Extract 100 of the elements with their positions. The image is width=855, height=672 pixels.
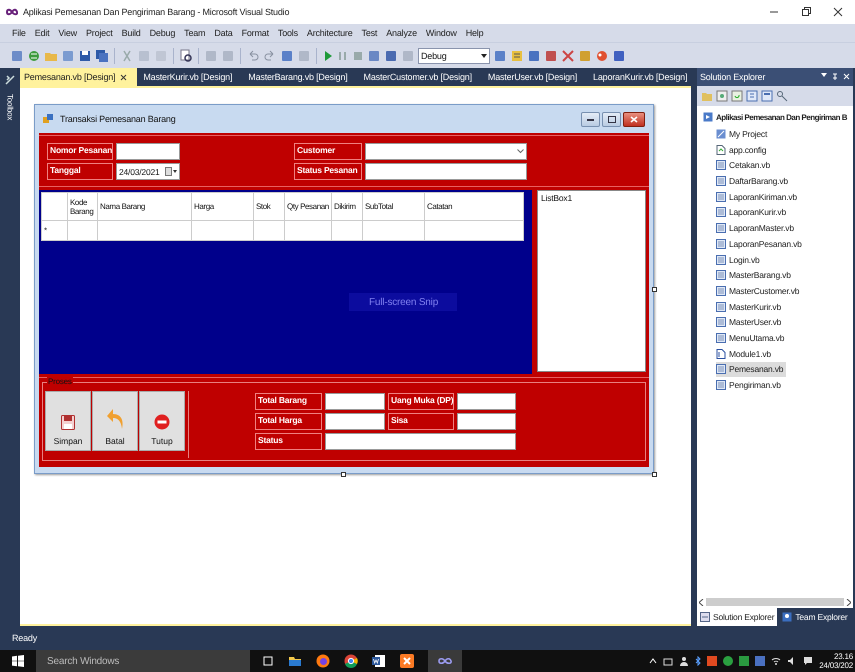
menu-item[interactable]: Data <box>214 28 233 38</box>
text-field[interactable] <box>325 393 385 410</box>
combo-box[interactable] <box>365 143 527 160</box>
menu-item[interactable]: Team <box>184 28 206 38</box>
windows-logo-icon[interactable] <box>12 655 24 667</box>
tree-item[interactable]: LaporanPesanan.vb <box>716 236 805 252</box>
tree-item[interactable]: LaporanKurir.vb <box>716 205 790 220</box>
search-field[interactable]: Search Windows <box>36 650 250 672</box>
tree-item[interactable]: MasterBarang.vb <box>716 268 794 283</box>
close-icon[interactable] <box>120 74 128 80</box>
column-header[interactable]: Nama Barang <box>98 192 192 220</box>
panel-tab[interactable]: Team Explorer <box>779 608 851 626</box>
menu-item[interactable]: Test <box>362 28 378 38</box>
column-header[interactable]: SubTotal <box>362 192 424 220</box>
start-icon[interactable] <box>322 48 334 62</box>
people-icon[interactable] <box>679 656 690 666</box>
menu-item[interactable]: Format <box>242 28 269 38</box>
tools-icon[interactable] <box>561 48 575 62</box>
tree-item[interactable]: My Project <box>716 126 770 142</box>
wifi-icon[interactable] <box>771 656 782 666</box>
scrollbar-thumb[interactable] <box>706 598 844 606</box>
tree-item[interactable]: Login.vb <box>716 252 763 267</box>
list-box[interactable]: ListBox1 <box>537 190 646 372</box>
document-tab[interactable]: MasterCustomer.vb [Design] <box>360 68 482 86</box>
document-tab[interactable]: Pemesanan.vb [Design] <box>20 68 138 86</box>
tree-item[interactable]: Pemesanan.vb <box>716 362 786 377</box>
save-icon[interactable] <box>78 48 92 62</box>
firefox-icon[interactable] <box>316 654 330 668</box>
undo-button[interactable]: Batal <box>92 391 138 451</box>
resize-handle[interactable] <box>652 472 657 477</box>
bluetooth-icon[interactable] <box>695 656 702 666</box>
minimize-button[interactable] <box>581 112 600 126</box>
scroll-left-icon[interactable] <box>699 598 704 606</box>
configuration-dropdown[interactable]: Debug <box>418 48 490 64</box>
tree-item[interactable]: app.config <box>716 142 770 158</box>
panel-tab[interactable]: Solution Explorer <box>697 608 778 626</box>
maximize-button[interactable] <box>602 112 621 126</box>
column-header[interactable]: Stok <box>254 192 284 220</box>
save-button[interactable]: Simpan <box>45 391 91 451</box>
text-field[interactable] <box>365 163 527 180</box>
menu-item[interactable]: Edit <box>34 28 50 38</box>
tree-item[interactable]: LaporanKiriman.vb <box>716 189 800 204</box>
date-picker[interactable]: 24/03/2021 <box>116 163 180 180</box>
tree-item[interactable]: MasterCustomer.vb <box>716 284 802 298</box>
menu-item[interactable]: Tools <box>278 28 298 38</box>
chevron-up-icon[interactable] <box>649 658 658 664</box>
view-designer-icon[interactable] <box>761 90 773 102</box>
tree-item[interactable]: MenuUtama.vb <box>716 330 788 346</box>
chevron-down-icon[interactable] <box>517 149 524 154</box>
toolbox-tab[interactable]: Toolbox <box>6 94 14 120</box>
tree-item[interactable]: MasterKurir.vb <box>716 299 784 314</box>
text-field[interactable] <box>325 433 516 450</box>
class-diagram-icon[interactable] <box>776 90 788 102</box>
menu-item[interactable]: Build <box>122 28 141 38</box>
tree-item[interactable]: Pengiriman.vb <box>716 378 784 392</box>
word-icon[interactable] <box>372 654 386 668</box>
pin-icon[interactable] <box>832 73 838 81</box>
tree-item[interactable]: DaftarBarang.vb <box>716 174 791 188</box>
document-tab[interactable]: LaporanKurir.vb [Design] <box>589 68 698 86</box>
tree-item[interactable]: LaporanMaster.vb <box>716 220 797 236</box>
text-field[interactable] <box>325 413 385 430</box>
column-header[interactable]: Catatan <box>424 192 524 220</box>
resize-handle[interactable] <box>341 472 346 477</box>
text-field[interactable] <box>457 393 516 410</box>
dropdown-icon[interactable] <box>821 73 827 77</box>
resize-handle[interactable] <box>652 287 657 292</box>
scroll-right-icon[interactable] <box>846 598 851 606</box>
menu-item[interactable]: View <box>58 28 77 38</box>
document-tab[interactable]: MasterUser.vb [Design] <box>484 68 588 86</box>
view-code-icon[interactable] <box>746 90 758 102</box>
column-header[interactable]: Harga <box>192 192 254 220</box>
close-button[interactable] <box>623 112 645 126</box>
tree-item[interactable]: Module1.vb <box>716 346 774 361</box>
document-tab[interactable]: MasterKurir.vb [Design] <box>139 68 242 86</box>
notification-icon[interactable] <box>803 656 814 666</box>
close-icon[interactable] <box>833 7 843 17</box>
chrome-icon[interactable] <box>344 654 358 668</box>
menu-item[interactable]: Analyze <box>386 28 417 38</box>
column-header[interactable]: Dikirim <box>332 192 362 220</box>
calendar-dropdown-icon[interactable] <box>165 167 177 176</box>
restore-icon[interactable] <box>801 7 811 17</box>
stop-button[interactable]: Tutup <box>139 391 185 451</box>
save-all-icon[interactable] <box>95 48 109 62</box>
column-header[interactable]: Kode Barang <box>68 192 98 220</box>
menu-item[interactable]: Architecture <box>306 28 353 38</box>
document-tab[interactable]: MasterBarang.vb [Design] <box>244 68 358 86</box>
menu-item[interactable]: File <box>12 28 26 38</box>
text-field[interactable] <box>116 143 180 160</box>
task-view-icon[interactable] <box>262 655 274 667</box>
find-icon[interactable] <box>179 48 193 62</box>
tree-item[interactable]: Aplikasi Pemesanan Dan Pengiriman B <box>703 110 850 125</box>
text-field[interactable] <box>457 413 516 430</box>
menu-item[interactable]: Project <box>86 28 113 38</box>
infinity-logo-icon[interactable] <box>438 657 452 665</box>
menu-item[interactable]: Debug <box>150 28 176 38</box>
tree-item[interactable]: MasterUser.vb <box>716 314 784 330</box>
xampp-icon[interactable] <box>400 654 414 668</box>
column-header[interactable]: Qty Pesanan <box>284 192 332 220</box>
menu-item[interactable]: Window <box>426 28 457 38</box>
folder-icon[interactable] <box>288 655 302 667</box>
